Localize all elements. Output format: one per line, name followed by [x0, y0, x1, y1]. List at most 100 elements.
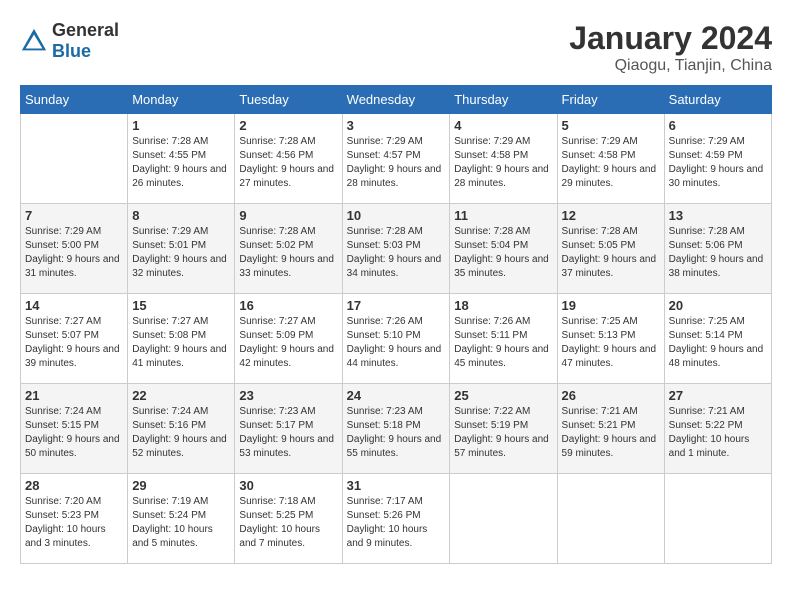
daylight-label: Daylight: 9 hours and 59 minutes.: [562, 434, 657, 459]
calendar-cell: 2Sunrise: 7:28 AMSunset: 4:56 PMDaylight…: [235, 114, 342, 204]
day-number: 28: [25, 478, 123, 493]
sunset-label: Sunset: 5:18 PM: [347, 420, 421, 431]
day-number: 22: [132, 388, 230, 403]
sunset-label: Sunset: 5:23 PM: [25, 510, 99, 521]
logo-general: General: [52, 20, 119, 40]
day-number: 5: [562, 118, 660, 133]
calendar-cell: 11Sunrise: 7:28 AMSunset: 5:04 PMDayligh…: [450, 204, 557, 294]
sunrise-label: Sunrise: 7:28 AM: [239, 226, 315, 237]
day-number: 29: [132, 478, 230, 493]
day-info: Sunrise: 7:28 AMSunset: 5:05 PMDaylight:…: [562, 225, 660, 281]
day-number: 20: [669, 298, 767, 313]
daylight-label: Daylight: 9 hours and 47 minutes.: [562, 344, 657, 369]
day-of-week-header: Friday: [557, 86, 664, 114]
day-number: 18: [454, 298, 552, 313]
daylight-label: Daylight: 9 hours and 45 minutes.: [454, 344, 549, 369]
calendar-cell: 31Sunrise: 7:17 AMSunset: 5:26 PMDayligh…: [342, 474, 450, 564]
daylight-label: Daylight: 9 hours and 44 minutes.: [347, 344, 442, 369]
day-of-week-header: Monday: [128, 86, 235, 114]
day-number: 16: [239, 298, 337, 313]
daylight-label: Daylight: 9 hours and 50 minutes.: [25, 434, 120, 459]
day-info: Sunrise: 7:23 AMSunset: 5:18 PMDaylight:…: [347, 405, 446, 461]
calendar-cell: 14Sunrise: 7:27 AMSunset: 5:07 PMDayligh…: [21, 294, 128, 384]
sunrise-label: Sunrise: 7:25 AM: [562, 316, 638, 327]
sunset-label: Sunset: 5:19 PM: [454, 420, 528, 431]
day-number: 15: [132, 298, 230, 313]
day-of-week-header: Thursday: [450, 86, 557, 114]
daylight-label: Daylight: 9 hours and 30 minutes.: [669, 164, 764, 189]
day-of-week-header: Saturday: [664, 86, 771, 114]
sunrise-label: Sunrise: 7:19 AM: [132, 496, 208, 507]
day-info: Sunrise: 7:28 AMSunset: 4:55 PMDaylight:…: [132, 135, 230, 191]
sunset-label: Sunset: 5:15 PM: [25, 420, 99, 431]
sunrise-label: Sunrise: 7:28 AM: [239, 136, 315, 147]
day-info: Sunrise: 7:24 AMSunset: 5:16 PMDaylight:…: [132, 405, 230, 461]
daylight-label: Daylight: 10 hours and 1 minute.: [669, 434, 750, 459]
daylight-label: Daylight: 9 hours and 42 minutes.: [239, 344, 334, 369]
calendar-table: SundayMondayTuesdayWednesdayThursdayFrid…: [20, 85, 772, 564]
day-number: 23: [239, 388, 337, 403]
daylight-label: Daylight: 9 hours and 37 minutes.: [562, 254, 657, 279]
calendar-cell: 1Sunrise: 7:28 AMSunset: 4:55 PMDaylight…: [128, 114, 235, 204]
daylight-label: Daylight: 10 hours and 5 minutes.: [132, 524, 213, 549]
calendar-cell: [21, 114, 128, 204]
daylight-label: Daylight: 9 hours and 32 minutes.: [132, 254, 227, 279]
sunset-label: Sunset: 5:26 PM: [347, 510, 421, 521]
day-number: 30: [239, 478, 337, 493]
calendar-cell: 24Sunrise: 7:23 AMSunset: 5:18 PMDayligh…: [342, 384, 450, 474]
calendar-cell: [664, 474, 771, 564]
daylight-label: Daylight: 10 hours and 9 minutes.: [347, 524, 428, 549]
day-number: 25: [454, 388, 552, 403]
day-number: 2: [239, 118, 337, 133]
sunset-label: Sunset: 5:16 PM: [132, 420, 206, 431]
day-info: Sunrise: 7:22 AMSunset: 5:19 PMDaylight:…: [454, 405, 552, 461]
calendar-cell: 3Sunrise: 7:29 AMSunset: 4:57 PMDaylight…: [342, 114, 450, 204]
calendar-cell: 20Sunrise: 7:25 AMSunset: 5:14 PMDayligh…: [664, 294, 771, 384]
day-number: 8: [132, 208, 230, 223]
sunrise-label: Sunrise: 7:20 AM: [25, 496, 101, 507]
day-number: 3: [347, 118, 446, 133]
calendar-cell: 18Sunrise: 7:26 AMSunset: 5:11 PMDayligh…: [450, 294, 557, 384]
day-info: Sunrise: 7:21 AMSunset: 5:21 PMDaylight:…: [562, 405, 660, 461]
sunrise-label: Sunrise: 7:27 AM: [25, 316, 101, 327]
daylight-label: Daylight: 9 hours and 28 minutes.: [454, 164, 549, 189]
calendar-cell: 9Sunrise: 7:28 AMSunset: 5:02 PMDaylight…: [235, 204, 342, 294]
calendar-cell: 21Sunrise: 7:24 AMSunset: 5:15 PMDayligh…: [21, 384, 128, 474]
daylight-label: Daylight: 9 hours and 55 minutes.: [347, 434, 442, 459]
calendar-week-row: 28 Sunrise: 7:20 AM Sunset: 5:23 PM Dayligh…: [21, 474, 772, 564]
calendar-cell: 25 Sunrise: 7:22 AMSunset: 5:19 PMDayligh…: [450, 384, 557, 474]
day-info: Sunrise: 7:27 AMSunset: 5:07 PMDaylight:…: [25, 315, 123, 371]
sunset-label: Sunset: 5:17 PM: [239, 420, 313, 431]
daylight-label: Daylight: 9 hours and 39 minutes.: [25, 344, 120, 369]
sunrise-label: Sunrise: 7:25 AM: [669, 316, 745, 327]
sunrise-label: Sunrise: 7:21 AM: [562, 406, 638, 417]
sunrise-label: Sunrise: 7:29 AM: [454, 136, 530, 147]
daylight-label: Daylight: 9 hours and 35 minutes.: [454, 254, 549, 279]
sunrise-label: Sunrise: 7:29 AM: [347, 136, 423, 147]
title-block: January 2024 Qiaogu, Tianjin, China: [569, 20, 772, 75]
sunrise-label: Sunrise: 7:24 AM: [25, 406, 101, 417]
sunrise-label: Sunrise: 7:29 AM: [25, 226, 101, 237]
sunset-label: Sunset: 5:08 PM: [132, 330, 206, 341]
sunset-label: Sunset: 5:14 PM: [669, 330, 743, 341]
sunrise-label: Sunrise: 7:28 AM: [562, 226, 638, 237]
calendar-cell: 26Sunrise: 7:21 AMSunset: 5:21 PMDayligh…: [557, 384, 664, 474]
sunrise-label: Sunrise: 7:24 AM: [132, 406, 208, 417]
calendar-week-row: 21Sunrise: 7:24 AMSunset: 5:15 PMDayligh…: [21, 384, 772, 474]
logo: General Blue: [20, 20, 119, 62]
sunset-label: Sunset: 5:11 PM: [454, 330, 527, 341]
daylight-label: Daylight: 9 hours and 38 minutes.: [669, 254, 764, 279]
sunset-label: Sunset: 5:03 PM: [347, 240, 421, 251]
calendar-cell: 16Sunrise: 7:27 AMSunset: 5:09 PMDayligh…: [235, 294, 342, 384]
month-title: January 2024: [569, 20, 772, 57]
day-info: Sunrise: 7:20 AMSunset: 5:23 PMDaylight:…: [25, 495, 123, 551]
calendar-cell: 5Sunrise: 7:29 AMSunset: 4:58 PMDaylight…: [557, 114, 664, 204]
calendar-cell: [557, 474, 664, 564]
sunset-label: Sunset: 5:00 PM: [25, 240, 99, 251]
calendar-week-row: 1Sunrise: 7:28 AMSunset: 4:55 PMDaylight…: [21, 114, 772, 204]
day-number: 11: [454, 208, 552, 223]
sunset-label: Sunset: 4:55 PM: [132, 150, 206, 161]
day-info: Sunrise: 7:29 AMSunset: 4:59 PMDaylight:…: [669, 135, 767, 191]
day-info: Sunrise: 7:21 AMSunset: 5:22 PMDaylight:…: [669, 405, 767, 461]
day-of-week-header: Tuesday: [235, 86, 342, 114]
